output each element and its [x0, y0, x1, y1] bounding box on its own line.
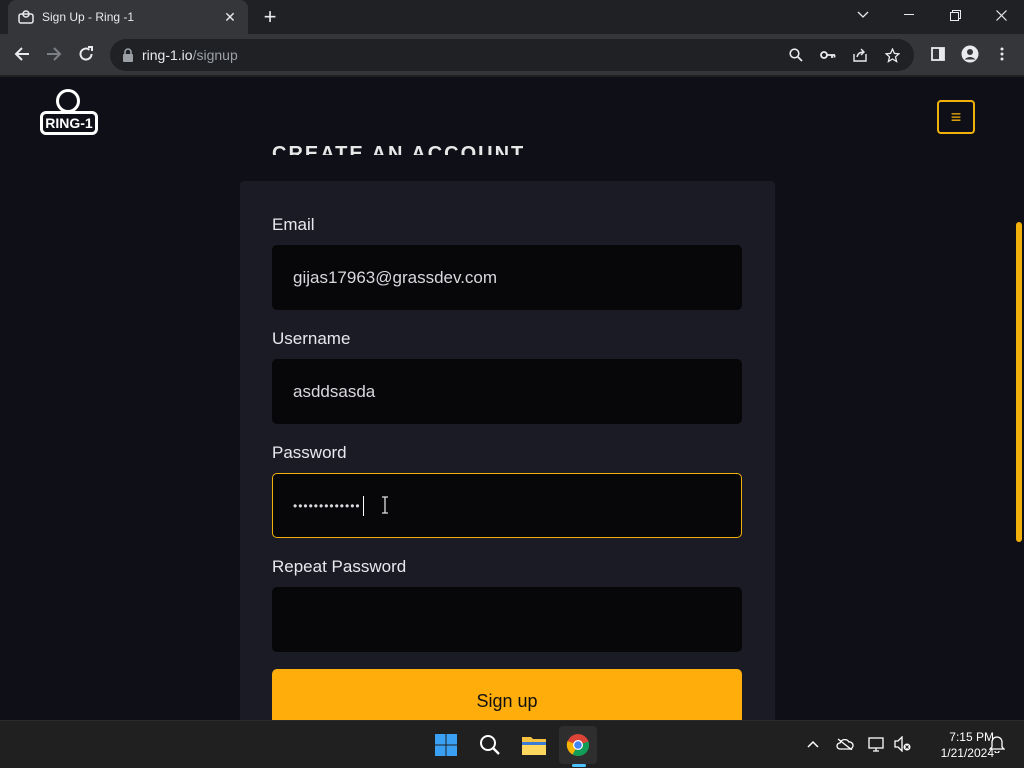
tab-search-icon[interactable]	[840, 0, 886, 30]
active-app-indicator	[572, 764, 586, 767]
username-value: asddsasda	[293, 381, 376, 401]
file-explorer-icon[interactable]	[515, 726, 553, 764]
text-cursor-icon	[382, 496, 388, 514]
reload-icon[interactable]	[72, 40, 100, 68]
password-key-icon[interactable]	[814, 43, 842, 67]
address-bar[interactable]: ring-1.io/signup	[110, 39, 914, 71]
search-icon[interactable]	[471, 726, 509, 764]
email-field[interactable]: gijas17963@grassdev.com	[272, 245, 742, 310]
browser-tabstrip: Sign Up - Ring -1 ✕ +	[0, 0, 1024, 34]
back-icon[interactable]	[8, 40, 36, 68]
clock-time: 7:15 PM	[949, 730, 994, 744]
browser-tab[interactable]: Sign Up - Ring -1 ✕	[8, 0, 248, 34]
url-text[interactable]: ring-1.io/signup	[142, 47, 238, 63]
close-window-icon[interactable]	[978, 0, 1024, 30]
bookmark-star-icon[interactable]	[878, 43, 906, 67]
minimize-icon[interactable]	[886, 0, 932, 30]
volume-muted-icon[interactable]	[892, 733, 914, 755]
password-label: Password	[272, 443, 347, 462]
repeat-password-label: Repeat Password	[272, 557, 407, 576]
email-value: gijas17963@grassdev.com	[293, 267, 498, 287]
tab-title: Sign Up - Ring -1	[42, 10, 135, 24]
share-icon[interactable]	[846, 43, 874, 67]
browser-toolbar: ring-1.io/signup	[0, 34, 1024, 76]
tab-close-icon[interactable]: ✕	[222, 9, 238, 25]
restore-icon[interactable]	[932, 0, 978, 30]
new-tab-button[interactable]: +	[258, 5, 282, 29]
notifications-bell-icon[interactable]	[986, 733, 1008, 755]
site-logo[interactable]: RING-1	[38, 89, 100, 139]
repeat-password-field[interactable]	[272, 587, 742, 652]
network-icon[interactable]	[866, 733, 888, 755]
logo-text: RING-1	[40, 111, 98, 135]
username-label: Username	[272, 329, 351, 348]
chrome-menu-icon[interactable]	[988, 40, 1016, 68]
url-path: /signup	[192, 47, 238, 63]
site-favicon-icon	[18, 9, 34, 25]
windows-start-icon[interactable]	[427, 726, 465, 764]
tray-overflow-icon[interactable]	[802, 733, 824, 755]
page-heading: CREATE AN ACCOUNT	[272, 143, 526, 155]
zoom-icon[interactable]	[782, 43, 810, 67]
menu-button[interactable]: ≡	[937, 100, 975, 134]
onedrive-icon[interactable]	[834, 733, 856, 755]
text-caret	[362, 495, 364, 516]
url-host: ring-1.io	[142, 47, 193, 63]
page-scrollbar[interactable]	[1016, 222, 1022, 542]
forward-icon[interactable]	[40, 40, 68, 68]
taskbar: 7:15 PM 1/21/2024	[0, 720, 1024, 768]
profile-icon[interactable]	[956, 40, 984, 68]
logo-ring-icon	[56, 89, 80, 113]
system-clock[interactable]: 7:15 PM 1/21/2024	[918, 729, 994, 761]
signup-button[interactable]: Sign up	[272, 669, 742, 720]
password-field[interactable]: •••••••••••••	[272, 473, 742, 538]
chrome-taskbar-icon[interactable]	[559, 726, 597, 764]
email-label: Email	[272, 215, 315, 234]
clock-date: 1/21/2024	[940, 746, 994, 760]
lock-icon[interactable]	[122, 48, 134, 62]
page-content: RING-1 ≡ CREATE AN ACCOUNT Email gijas17…	[0, 77, 1024, 720]
password-value: •••••••••••••	[293, 498, 361, 513]
side-panel-icon[interactable]	[924, 40, 952, 68]
username-field[interactable]: asddsasda	[272, 359, 742, 424]
